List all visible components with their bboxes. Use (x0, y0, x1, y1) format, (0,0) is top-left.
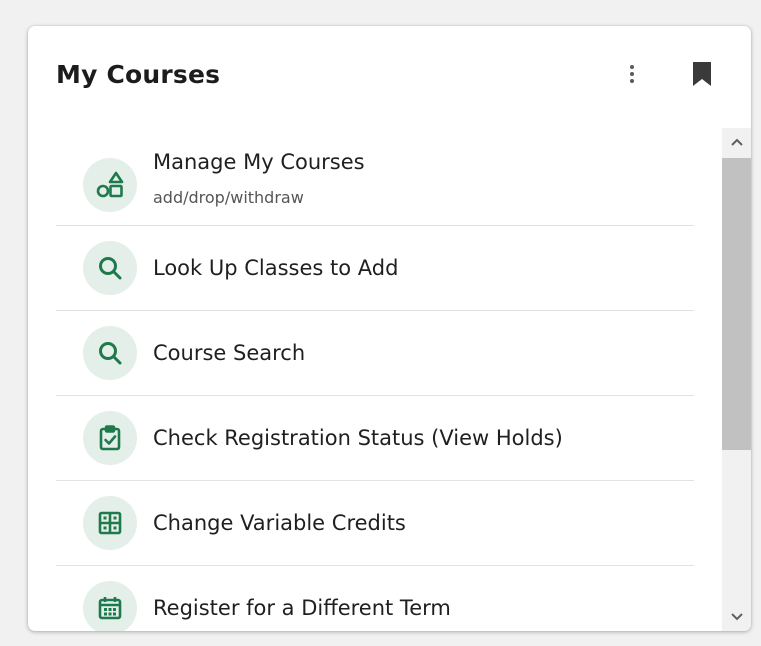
clipboard-check-icon (83, 411, 137, 465)
list-item-register-different-term[interactable]: Register for a Different Term (56, 566, 694, 631)
search-icon (83, 326, 137, 380)
list-item-course-search[interactable]: Course Search (56, 311, 694, 396)
course-links-list: Manage My Courses add/drop/withdraw Look… (28, 128, 722, 631)
vertical-scrollbar[interactable] (722, 128, 751, 631)
calendar-icon (83, 581, 137, 631)
chevron-up-icon (730, 138, 743, 146)
scroll-up-button[interactable] (722, 128, 751, 156)
list-item-check-registration-status[interactable]: Check Registration Status (View Holds) (56, 396, 694, 481)
chevron-down-icon (730, 613, 743, 621)
list-item-look-up-classes[interactable]: Look Up Classes to Add (56, 226, 694, 311)
more-vertical-icon (630, 65, 634, 69)
item-sublabel: add/drop/withdraw (153, 188, 304, 207)
item-label: Check Registration Status (View Holds) (153, 426, 563, 450)
more-options-button[interactable] (620, 60, 644, 88)
search-icon (83, 241, 137, 295)
grid-icon (83, 496, 137, 550)
bookmark-button[interactable] (690, 60, 714, 88)
item-label: Look Up Classes to Add (153, 256, 399, 280)
item-label: Manage My Courses (153, 150, 365, 174)
card-title: My Courses (56, 60, 221, 89)
scroll-down-button[interactable] (722, 603, 751, 631)
item-label: Change Variable Credits (153, 511, 406, 535)
list-item-manage-my-courses[interactable]: Manage My Courses add/drop/withdraw (56, 128, 694, 226)
shapes-icon (83, 158, 137, 212)
item-label: Register for a Different Term (153, 596, 451, 620)
list-item-change-variable-credits[interactable]: Change Variable Credits (56, 481, 694, 566)
bookmark-icon (693, 62, 711, 86)
my-courses-card: My Courses Manage My Courses add/drop/wi… (28, 26, 751, 631)
item-label: Course Search (153, 341, 306, 365)
scrollbar-thumb[interactable] (722, 158, 751, 450)
